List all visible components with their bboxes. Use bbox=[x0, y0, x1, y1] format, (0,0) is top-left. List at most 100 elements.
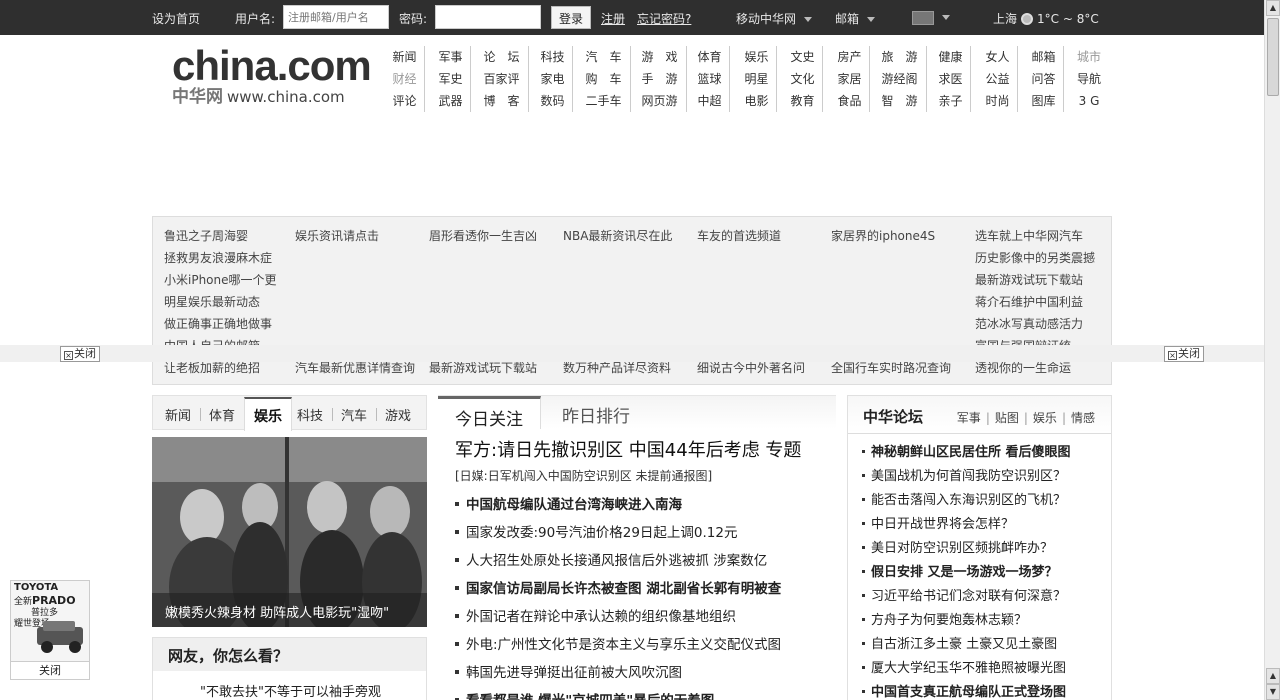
promo-link[interactable]: 小米iPhone哪一个更 bbox=[164, 271, 277, 288]
nav-link[interactable]: 3 G bbox=[1069, 90, 1109, 112]
nav-link[interactable]: 教育 bbox=[783, 90, 822, 112]
car-ad-close-button[interactable]: 关闭 bbox=[10, 661, 90, 680]
nav-link[interactable]: 公益 bbox=[978, 68, 1017, 90]
forum-item[interactable]: 方舟子为何要炮轰林志颖？ bbox=[862, 611, 1107, 635]
promo-link[interactable]: 家居界的iphone4S bbox=[831, 227, 935, 244]
news-item[interactable]: 国家发改委:90号汽油价格29日起上调0.12元 bbox=[455, 522, 835, 550]
forum-item[interactable]: 假日安排 又是一场游戏一场梦？ bbox=[862, 563, 1107, 587]
right-ad-close-button[interactable]: × 关闭 bbox=[1164, 346, 1204, 362]
nav-link[interactable]: 旅 游 bbox=[873, 46, 926, 68]
flag-icon[interactable] bbox=[912, 11, 934, 25]
forum-item[interactable]: 自古浙江多土豪 土豪又见土豪图 bbox=[862, 635, 1107, 659]
nav-link[interactable]: 健康 bbox=[931, 46, 970, 68]
left-ad-close-button[interactable]: × 关闭 bbox=[60, 346, 100, 362]
nav-link[interactable]: 游经阁 bbox=[873, 68, 926, 90]
news-item[interactable]: 看看都是谁 爆光"京城四美"暴后的无着图 bbox=[455, 690, 835, 700]
nav-link[interactable]: 智 游 bbox=[873, 90, 926, 112]
nav-link[interactable]: 网页游 bbox=[633, 90, 686, 112]
forum-item[interactable]: 神秘朝鲜山区民居住所 看后傻眼图 bbox=[862, 443, 1107, 467]
nav-link[interactable]: 城市 bbox=[1069, 46, 1109, 68]
tab-3[interactable]: 科技 bbox=[297, 405, 323, 424]
nav-link[interactable]: 汽 车 bbox=[577, 46, 630, 68]
nav-link[interactable]: 文化 bbox=[783, 68, 822, 90]
promo-link[interactable]: NBA最新资讯尽在此 bbox=[563, 227, 672, 244]
news-item[interactable]: 国家信访局副局长许杰被查图 湖北副省长郭有明被查 bbox=[455, 578, 835, 606]
nav-link[interactable]: 求医 bbox=[931, 68, 970, 90]
promo-link[interactable]: 拯救男友浪漫麻木症 bbox=[164, 249, 272, 266]
forum-item[interactable]: 习近平给书记们念对联有何深意？ bbox=[862, 587, 1107, 611]
nav-link[interactable]: 邮箱 bbox=[1024, 46, 1063, 68]
mobile-china-menu[interactable]: 移动中华网 bbox=[736, 10, 813, 27]
news-item[interactable]: 外国记者在辩论中承认达赖的组织像基地组织 bbox=[455, 606, 835, 634]
nav-link[interactable]: 论 坛 bbox=[475, 46, 528, 68]
site-logo[interactable]: china.com 中华网 www.china.com bbox=[172, 44, 372, 108]
tab-0[interactable]: 新闻 bbox=[165, 405, 191, 424]
news-item[interactable]: 外电:广州性文化节是资本主义与享乐主义交配仪式图 bbox=[455, 634, 835, 662]
news-item[interactable]: 韩国先进导弹挺出征前被大风吹沉图 bbox=[455, 662, 835, 690]
forum-item[interactable]: 中日开战世界将会怎样？ bbox=[862, 515, 1107, 539]
promo-link[interactable]: 选车就上中华网汽车 bbox=[975, 227, 1083, 244]
nav-link[interactable]: 房产 bbox=[830, 46, 869, 68]
nav-link[interactable]: 明星 bbox=[737, 68, 776, 90]
nav-link[interactable]: 家居 bbox=[830, 68, 869, 90]
tab-2[interactable]: 娱乐 bbox=[244, 397, 292, 431]
nav-link[interactable]: 手 游 bbox=[633, 68, 686, 90]
forum-item[interactable]: 中国首支真正航母编队正式登场图 bbox=[862, 683, 1107, 700]
promo-link[interactable]: 鲁迅之子周海婴 bbox=[164, 227, 248, 244]
promo-link[interactable]: 娱乐资讯请点击 bbox=[295, 227, 379, 244]
nav-link[interactable]: 武器 bbox=[431, 90, 470, 112]
nav-link[interactable]: 评论 bbox=[385, 90, 424, 112]
promo-link[interactable]: 明星娱乐最新动态 bbox=[164, 293, 260, 310]
register-link[interactable]: 注册 bbox=[601, 10, 625, 27]
nav-link[interactable]: 家电 bbox=[533, 68, 572, 90]
nav-link[interactable]: 新闻 bbox=[385, 46, 424, 68]
tab-5[interactable]: 游戏 bbox=[385, 405, 411, 424]
promo-link[interactable]: 最新游戏试玩下载站 bbox=[975, 271, 1083, 288]
nav-link[interactable]: 食品 bbox=[830, 90, 869, 112]
subhead-link[interactable]: [日媒:日军机闯入中国防空识别区 未提前通报图] bbox=[455, 467, 712, 484]
nav-link[interactable]: 娱乐 bbox=[737, 46, 776, 68]
opinion-question-link[interactable]: "不敢去扶"不等于可以袖手旁观 bbox=[200, 681, 381, 700]
forum-item[interactable]: 能否击落闯入东海识别区的飞机？ bbox=[862, 491, 1107, 515]
nav-link[interactable]: 文史 bbox=[783, 46, 822, 68]
promo-link[interactable]: 范冰冰写真动感活力 bbox=[975, 315, 1083, 332]
promo-link[interactable]: 做正确事正确地做事 bbox=[164, 315, 272, 332]
news-item[interactable]: 人大招生处原处长接通风报信后外逃被抓 涉案数亿 bbox=[455, 550, 835, 578]
nav-link[interactable]: 科技 bbox=[533, 46, 572, 68]
tab-today-focus[interactable]: 今日关注 bbox=[438, 396, 541, 430]
tab-4[interactable]: 汽车 bbox=[341, 405, 367, 424]
password-input[interactable] bbox=[435, 5, 541, 29]
nav-link[interactable]: 导航 bbox=[1069, 68, 1109, 90]
nav-link[interactable]: 财经 bbox=[385, 68, 424, 90]
scroll-thumb[interactable] bbox=[1267, 18, 1279, 96]
forgot-password-link[interactable]: 忘记密码? bbox=[637, 10, 691, 27]
chevron-down-icon[interactable] bbox=[942, 15, 950, 20]
nav-link[interactable]: 女人 bbox=[978, 46, 1017, 68]
photo-caption[interactable]: 嫩模秀火辣身材 助阵成人电影玩"湿吻" bbox=[152, 593, 427, 627]
nav-link[interactable]: 篮球 bbox=[690, 68, 729, 90]
nav-link[interactable]: 亲子 bbox=[931, 90, 970, 112]
nav-link[interactable]: 数码 bbox=[533, 90, 572, 112]
nav-link[interactable]: 问答 bbox=[1024, 68, 1063, 90]
promo-link[interactable]: 历史影像中的另类震撼 bbox=[975, 249, 1095, 266]
headline-link[interactable]: 军方:请日先撤识别区 中国44年后考虑 专题 bbox=[455, 436, 801, 462]
forum-item[interactable]: 厦大大学纪玉华不雅艳照被曝光图 bbox=[862, 659, 1107, 683]
scroll-down-arrow-icon[interactable]: ▼ bbox=[1266, 684, 1280, 700]
nav-link[interactable]: 百家评 bbox=[475, 68, 528, 90]
username-input[interactable] bbox=[283, 5, 389, 29]
nav-link[interactable]: 购 车 bbox=[577, 68, 630, 90]
featured-photo[interactable]: 嫩模秀火辣身材 助阵成人电影玩"湿吻" bbox=[152, 437, 427, 627]
promo-link[interactable]: 车友的首选频道 bbox=[697, 227, 781, 244]
mail-menu[interactable]: 邮箱 bbox=[835, 10, 876, 27]
scroll-up-arrow-icon[interactable]: ▲ bbox=[1266, 668, 1280, 684]
nav-link[interactable]: 二手车 bbox=[577, 90, 630, 112]
promo-link[interactable]: 蒋介石维护中国利益 bbox=[975, 293, 1083, 310]
nav-link[interactable]: 军事 bbox=[431, 46, 470, 68]
forum-category-link[interactable]: 贴图 bbox=[995, 411, 1019, 425]
tab-yesterday-rank[interactable]: 昨日排行 bbox=[545, 396, 647, 429]
nav-link[interactable]: 时尚 bbox=[978, 90, 1017, 112]
promo-link[interactable]: 眉形看透你一生吉凶 bbox=[429, 227, 537, 244]
forum-category-link[interactable]: 娱乐 bbox=[1033, 411, 1057, 425]
nav-link[interactable]: 军史 bbox=[431, 68, 470, 90]
nav-link[interactable]: 电影 bbox=[737, 90, 776, 112]
